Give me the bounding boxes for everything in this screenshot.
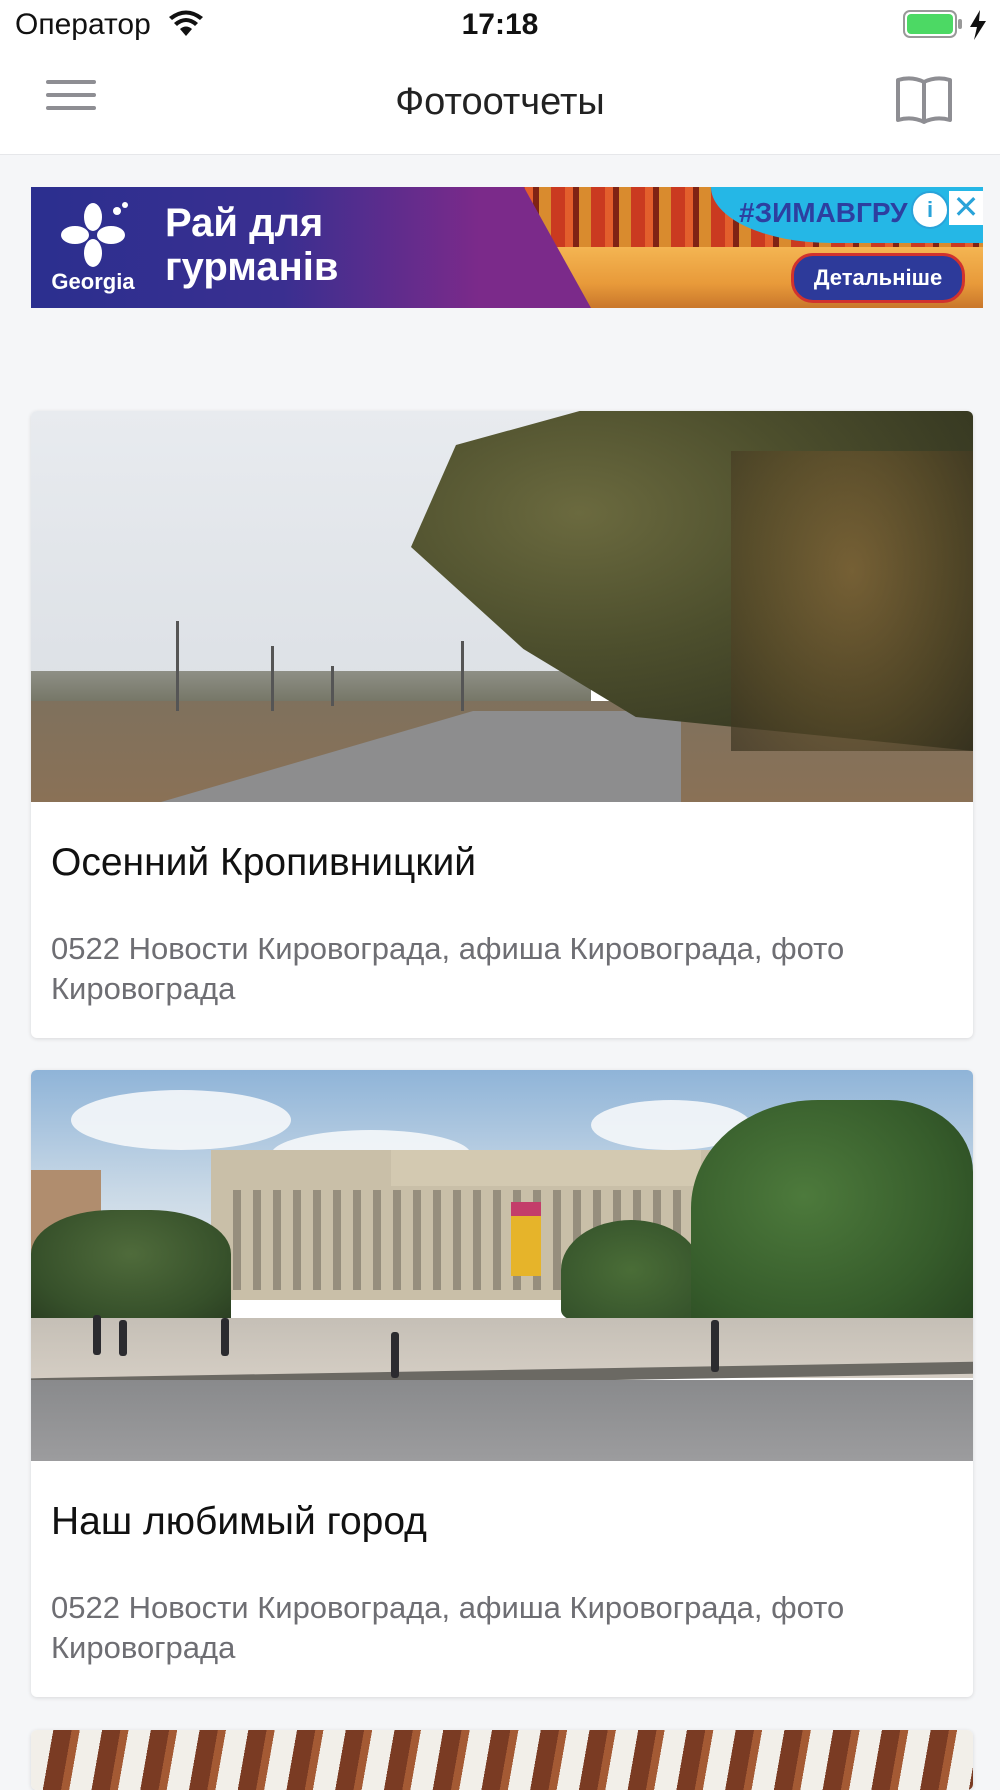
card-description: 0522 Новости Кировограда, афиша Кировогр… (51, 931, 845, 1006)
ad-logo-text: Georgia (51, 269, 135, 294)
card-title: Осенний Кропивницкий (51, 841, 477, 884)
city-square-photo (31, 1070, 973, 1461)
ad-headline: Рай для гурманів (165, 201, 339, 289)
page-title: Фотоотчеты (395, 81, 605, 123)
autumn-road-photo (31, 411, 973, 802)
close-icon[interactable]: ✕ (949, 191, 983, 225)
ad-hashtag: #ЗИМАВГРУ (739, 197, 908, 228)
card-title: Наш любимый город (51, 1500, 427, 1543)
card-description: 0522 Новости Кировограда, афиша Кировогр… (51, 1590, 845, 1665)
ad-details-button[interactable]: Детальніше (791, 253, 965, 303)
photo-report-card[interactable] (31, 1730, 973, 1790)
charging-bolt-icon (970, 10, 986, 40)
photo-report-card[interactable]: Осенний Кропивницкий 0522 Новости Кирово… (31, 411, 973, 1038)
clock-label: 17:18 (461, 8, 539, 41)
partial-photo (31, 1730, 973, 1790)
battery-icon (903, 10, 962, 38)
ad-banner[interactable]: Georgia Рай для гурманів #ЗИМАВГРУ i ✕ Д… (31, 187, 983, 308)
photo-report-card[interactable]: Наш любимый город 0522 Новости Кировогра… (31, 1070, 973, 1697)
navigation-bar: Фотоотчеты (0, 52, 1000, 155)
book-icon[interactable] (894, 74, 954, 124)
status-bar: Оператор 17:18 (0, 0, 1000, 52)
info-icon[interactable]: i (911, 191, 949, 229)
